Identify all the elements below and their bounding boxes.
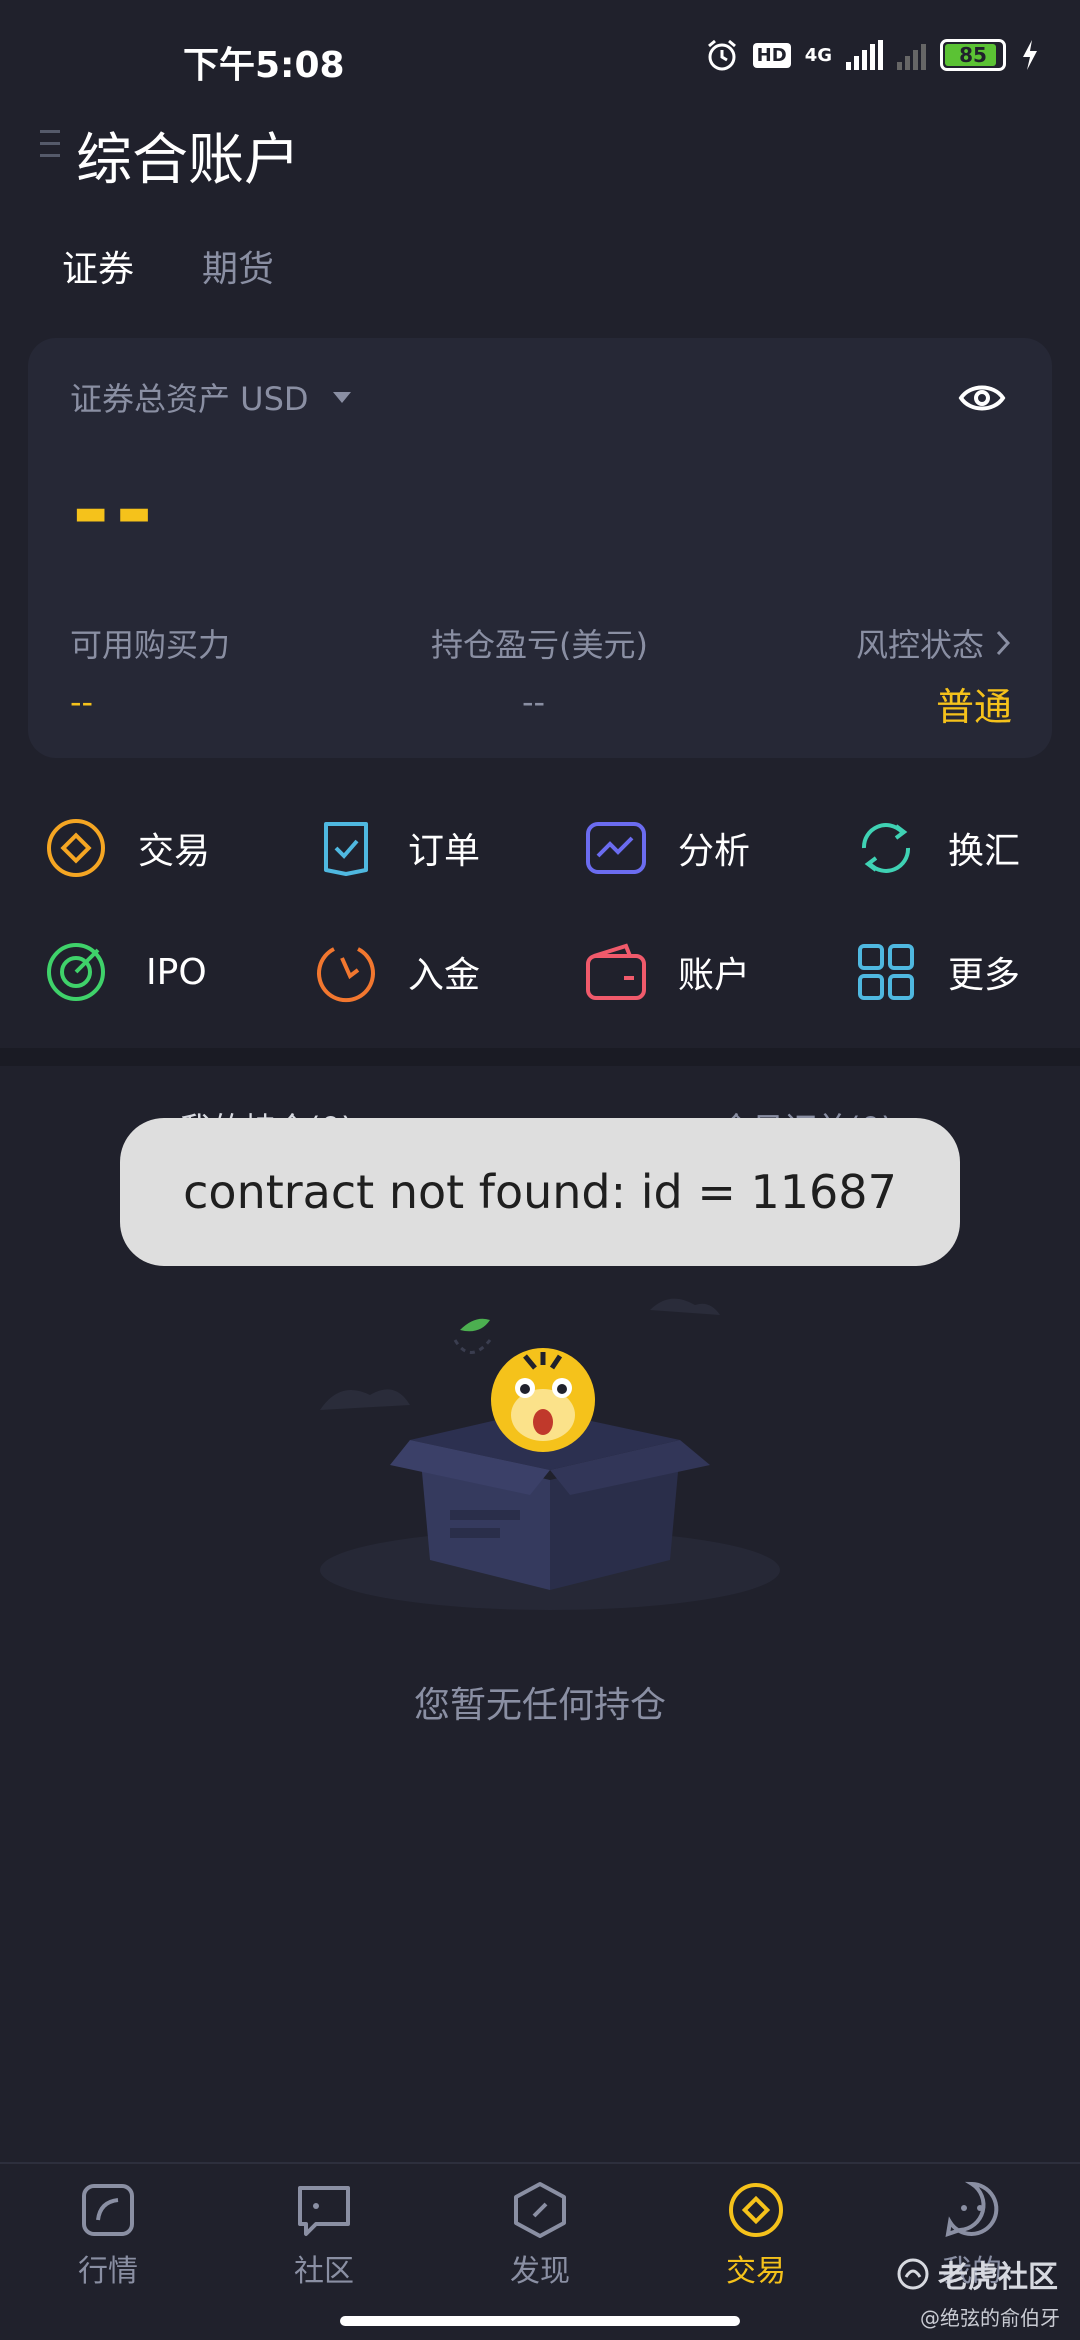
nav-market-label: 行情 xyxy=(78,2254,138,2289)
position-pnl-label: 持仓盈亏(美元) xyxy=(431,626,648,664)
action-deposit[interactable]: 入金 xyxy=(314,940,480,1004)
home-indicator[interactable] xyxy=(340,2316,740,2326)
section-divider xyxy=(0,1048,1080,1066)
nav-trade[interactable]: 交易 xyxy=(676,2180,836,2290)
trading-account-screen: 下午5:08 HD 4G 85 综合账户 证券 期货 证券总资产 USD -- … xyxy=(0,0,1080,2340)
eye-icon[interactable] xyxy=(958,374,1006,422)
action-ipo-label: IPO xyxy=(146,951,207,993)
status-icons: HD 4G 85 xyxy=(705,38,1040,72)
caret-down-icon xyxy=(332,391,351,403)
nav-discover[interactable]: 发现 xyxy=(460,2180,620,2290)
empty-holdings-text: 您暂无任何持仓 xyxy=(413,1685,666,1726)
battery-level: 85 xyxy=(959,43,987,67)
action-ipo[interactable]: IPO xyxy=(44,940,207,1004)
nav-community-label: 社区 xyxy=(294,2254,354,2289)
action-more[interactable]: 更多 xyxy=(854,940,1020,1004)
action-deposit-label: 入金 xyxy=(408,955,481,996)
order-icon xyxy=(324,822,368,876)
error-toast: contract not found: id = 11687 xyxy=(120,1118,960,1266)
alarm-icon xyxy=(707,39,736,71)
tiger-logo-icon xyxy=(897,2258,929,2290)
signal-icon xyxy=(846,40,883,70)
buying-power-label: 可用购买力 xyxy=(70,626,231,664)
page-title: 综合账户 xyxy=(76,128,300,193)
total-assets-label: 证券总资产 USD xyxy=(70,380,309,418)
action-exchange[interactable]: 换汇 xyxy=(854,816,1020,880)
action-trade[interactable]: 交易 xyxy=(44,816,210,880)
action-account[interactable]: 账户 xyxy=(584,940,750,1004)
risk-status-label: 风控状态 xyxy=(855,626,984,664)
action-trade-label: 交易 xyxy=(138,831,211,872)
action-analysis[interactable]: 分析 xyxy=(584,816,750,880)
action-orders-label: 订单 xyxy=(408,831,481,872)
empty-box-tiger-illustration xyxy=(320,1298,780,1610)
network-type: 4G xyxy=(804,44,832,66)
nav-market[interactable]: 行情 xyxy=(28,2180,188,2290)
chevron-right-icon xyxy=(996,630,1011,656)
position-pnl-value: -- xyxy=(522,683,546,721)
nav-trade-label: 交易 xyxy=(726,2254,786,2289)
tab-futures[interactable]: 期货 xyxy=(202,240,274,292)
analysis-icon xyxy=(586,822,646,874)
wallet-icon xyxy=(586,943,646,1000)
grid-icon xyxy=(858,944,914,1000)
bottom-nav: 行情 社区 发现 交易 我的 xyxy=(0,2162,1080,2340)
charging-icon xyxy=(1023,40,1037,70)
account-tabs: 证券 期货 xyxy=(62,240,274,292)
trade-nav-icon xyxy=(729,2183,783,2237)
menu-icon[interactable] xyxy=(40,130,60,166)
action-analysis-label: 分析 xyxy=(678,831,751,872)
discover-icon xyxy=(514,2182,566,2238)
profile-icon xyxy=(945,2181,999,2237)
trade-icon xyxy=(47,819,105,877)
watermark-brand: 老虎社区 xyxy=(938,2260,1058,2295)
status-time: 下午5:08 xyxy=(183,45,345,86)
asset-card: 证券总资产 USD -- 可用购买力 -- 持仓盈亏(美元) -- 风控状态 普… xyxy=(28,338,1052,758)
community-watermark: 老虎社区 xyxy=(896,2252,1058,2296)
action-orders[interactable]: 订单 xyxy=(314,816,480,880)
nav-community[interactable]: 社区 xyxy=(244,2180,404,2290)
status-bar: 下午5:08 HD 4G 85 xyxy=(0,0,1080,110)
action-exchange-label: 换汇 xyxy=(948,831,1021,872)
market-icon xyxy=(82,2184,134,2236)
risk-status-value: 普通 xyxy=(935,685,1012,729)
action-more-label: 更多 xyxy=(948,955,1021,996)
total-assets-value: -- xyxy=(72,458,159,563)
community-icon xyxy=(298,2186,350,2236)
ipo-icon xyxy=(47,943,105,1001)
watermark-author: @绝弦的俞伯牙 xyxy=(920,2306,1060,2330)
risk-status-link[interactable]: 风控状态 xyxy=(856,620,1012,666)
buying-power-value: -- xyxy=(70,683,94,721)
battery-icon: 85 xyxy=(940,39,1006,71)
deposit-icon xyxy=(317,947,375,1003)
currency-selector[interactable]: 证券总资产 USD xyxy=(70,374,351,420)
hd-badge: HD xyxy=(752,42,791,68)
exchange-icon xyxy=(861,823,911,873)
tab-securities[interactable]: 证券 xyxy=(62,240,134,292)
toast-message: contract not found: id = 11687 xyxy=(183,1165,897,1219)
action-account-label: 账户 xyxy=(678,955,751,996)
signal-secondary-icon xyxy=(897,40,926,70)
nav-discover-label: 发现 xyxy=(510,2254,570,2289)
